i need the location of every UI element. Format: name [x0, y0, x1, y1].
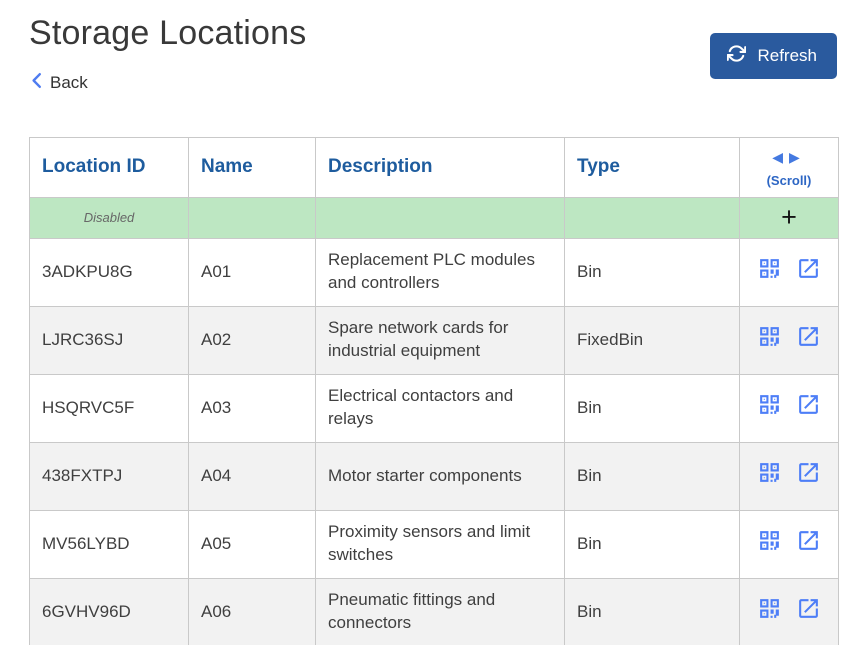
scroll-left-icon[interactable]: ◀	[772, 149, 789, 165]
open-external-icon[interactable]	[796, 324, 821, 349]
cell-description: Replacement PLC modules and controllers	[316, 238, 565, 306]
header-description: Description	[316, 137, 565, 197]
storage-locations-table: Location ID Name Description Type ◀▶ (Sc…	[29, 137, 839, 645]
qr-code-icon[interactable]	[757, 596, 782, 621]
open-external-icon[interactable]	[796, 528, 821, 553]
cell-location-id: 438FXTPJ	[30, 442, 189, 510]
cell-description: Spare network cards for industrial equip…	[316, 306, 565, 374]
cell-type: Bin	[565, 510, 740, 578]
table-row: 6GVHV96D A06 Pneumatic fittings and conn…	[30, 578, 839, 645]
cell-name: A06	[189, 578, 316, 645]
qr-code-icon[interactable]	[757, 392, 782, 417]
refresh-icon	[727, 44, 746, 68]
table-header-row: Location ID Name Description Type ◀▶ (Sc…	[30, 137, 839, 197]
disabled-label: Disabled	[30, 210, 188, 225]
table-row: MV56LYBD A05 Proximity sensors and limit…	[30, 510, 839, 578]
cell-description: Proximity sensors and limit switches	[316, 510, 565, 578]
back-link-label: Back	[50, 73, 88, 93]
qr-code-icon[interactable]	[757, 528, 782, 553]
cell-name: A03	[189, 374, 316, 442]
cell-location-id: HSQRVC5F	[30, 374, 189, 442]
qr-code-icon[interactable]	[757, 256, 782, 281]
scroll-right-icon[interactable]: ▶	[789, 149, 806, 165]
cell-type: Bin	[565, 374, 740, 442]
cell-location-id: LJRC36SJ	[30, 306, 189, 374]
qr-code-icon[interactable]	[757, 324, 782, 349]
chevron-left-icon	[29, 72, 44, 94]
scroll-label: (Scroll)	[744, 173, 834, 188]
header-scroll: ◀▶ (Scroll)	[740, 137, 839, 197]
header-type: Type	[565, 137, 740, 197]
header-location-id: Location ID	[30, 137, 189, 197]
cell-description: Electrical contactors and relays	[316, 374, 565, 442]
header-name: Name	[189, 137, 316, 197]
back-link[interactable]: Back	[29, 72, 88, 94]
table-row: LJRC36SJ A02 Spare network cards for ind…	[30, 306, 839, 374]
cell-type: FixedBin	[565, 306, 740, 374]
cell-description: Pneumatic fittings and connectors	[316, 578, 565, 645]
cell-type: Bin	[565, 578, 740, 645]
cell-type: Bin	[565, 442, 740, 510]
new-location-row: Disabled +	[30, 197, 839, 238]
refresh-button[interactable]: Refresh	[710, 33, 837, 79]
open-external-icon[interactable]	[796, 460, 821, 485]
table-row: HSQRVC5F A03 Electrical contactors and r…	[30, 374, 839, 442]
storage-locations-page: Storage Locations Back Refresh Location …	[0, 0, 851, 645]
cell-description: Motor starter components	[316, 442, 565, 510]
cell-name: A05	[189, 510, 316, 578]
cell-name: A04	[189, 442, 316, 510]
table-row: 438FXTPJ A04 Motor starter components Bi…	[30, 442, 839, 510]
cell-name: A01	[189, 238, 316, 306]
open-external-icon[interactable]	[796, 256, 821, 281]
cell-location-id: 6GVHV96D	[30, 578, 189, 645]
table-row: 3ADKPU8G A01 Replacement PLC modules and…	[30, 238, 839, 306]
cell-location-id: 3ADKPU8G	[30, 238, 189, 306]
open-external-icon[interactable]	[796, 392, 821, 417]
cell-name: A02	[189, 306, 316, 374]
add-location-button[interactable]: +	[781, 204, 797, 231]
cell-type: Bin	[565, 238, 740, 306]
qr-code-icon[interactable]	[757, 460, 782, 485]
cell-location-id: MV56LYBD	[30, 510, 189, 578]
refresh-button-label: Refresh	[757, 46, 817, 66]
open-external-icon[interactable]	[796, 596, 821, 621]
